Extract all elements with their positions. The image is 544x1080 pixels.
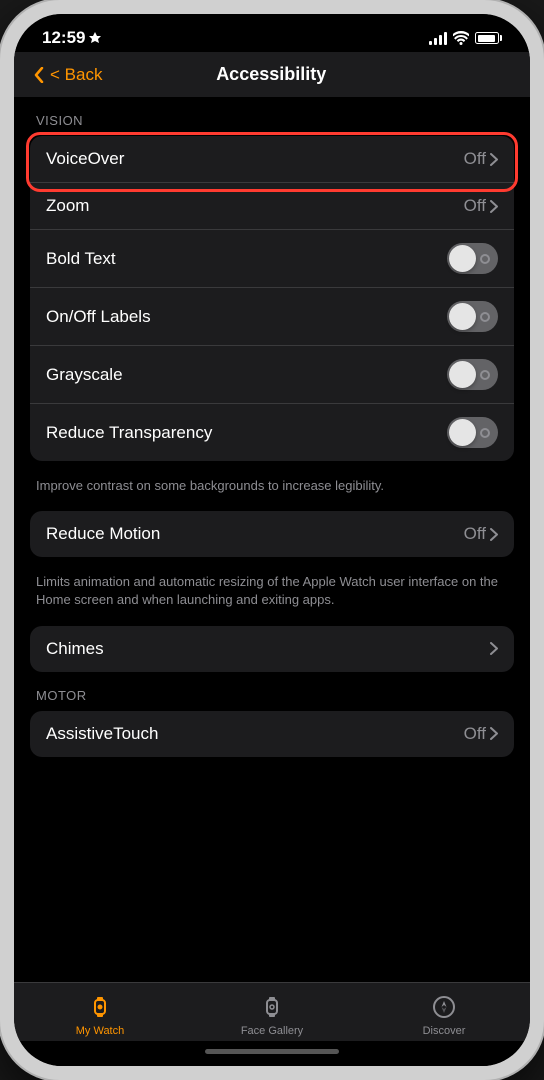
phone-device: 12:59 (0, 0, 544, 1080)
reduce-motion-chevron-icon (490, 528, 498, 541)
reduce-transparency-row[interactable]: Reduce Transparency (30, 404, 514, 461)
chimes-chevron-icon (490, 642, 498, 655)
my-watch-icon (86, 993, 114, 1021)
zoom-value: Off (464, 196, 486, 216)
reduce-motion-description: Limits animation and automatic resizing … (30, 565, 514, 625)
back-chevron-icon (34, 67, 44, 83)
onoff-labels-circle (480, 312, 490, 322)
grayscale-row[interactable]: Grayscale (30, 346, 514, 404)
status-time: 12:59 (42, 28, 101, 48)
bold-text-label: Bold Text (46, 249, 116, 269)
reduce-motion-row[interactable]: Reduce Motion Off (30, 511, 514, 557)
watch-icon (87, 994, 113, 1020)
voiceover-right: Off (464, 149, 498, 169)
chimes-group: Chimes (30, 626, 514, 672)
bold-text-toggle[interactable] (447, 243, 498, 274)
chimes-label: Chimes (46, 639, 104, 659)
bold-text-knob (449, 245, 476, 272)
chimes-row[interactable]: Chimes (30, 626, 514, 672)
reduce-transparency-toggle[interactable] (447, 417, 498, 448)
reduce-motion-right: Off (464, 524, 498, 544)
compass-icon (431, 994, 457, 1020)
onoff-labels-label: On/Off Labels (46, 307, 151, 327)
discover-icon (430, 993, 458, 1021)
discover-tab-label: Discover (423, 1025, 466, 1037)
status-icons (429, 31, 502, 45)
reduce-transparency-circle (480, 428, 490, 438)
motor-settings-group: AssistiveTouch Off (30, 711, 514, 757)
voiceover-chevron-icon (490, 153, 498, 166)
back-button[interactable]: < Back (34, 65, 102, 85)
onoff-labels-row[interactable]: On/Off Labels (30, 288, 514, 346)
settings-content: VISION VoiceOver Off (14, 97, 530, 982)
assistive-touch-label: AssistiveTouch (46, 724, 158, 744)
bold-text-circle (480, 254, 490, 264)
voiceover-row[interactable]: VoiceOver Off (30, 136, 514, 183)
reduce-transparency-knob (449, 419, 476, 446)
page-title: Accessibility (102, 64, 440, 85)
tab-face-gallery[interactable]: Face Gallery (186, 993, 358, 1037)
reduce-motion-value: Off (464, 524, 486, 544)
assistive-touch-row[interactable]: AssistiveTouch Off (30, 711, 514, 757)
phone-screen: 12:59 (14, 14, 530, 1066)
wifi-icon (453, 31, 469, 45)
motor-section-label: MOTOR (36, 688, 514, 703)
home-indicator (14, 1041, 530, 1066)
location-icon (89, 32, 101, 44)
grayscale-circle (480, 370, 490, 380)
grayscale-knob (449, 361, 476, 388)
chimes-right (490, 642, 498, 655)
onoff-labels-knob (449, 303, 476, 330)
status-bar: 12:59 (14, 14, 530, 52)
grayscale-toggle[interactable] (447, 359, 498, 390)
battery-icon (475, 32, 502, 44)
face-gallery-icon (258, 993, 286, 1021)
zoom-row[interactable]: Zoom Off (30, 183, 514, 230)
notch (202, 14, 342, 42)
home-bar (205, 1049, 339, 1054)
assistive-touch-value: Off (464, 724, 486, 744)
assistive-touch-right: Off (464, 724, 498, 744)
face-gallery-tab-label: Face Gallery (241, 1025, 303, 1037)
tab-my-watch[interactable]: My Watch (14, 993, 186, 1037)
voiceover-label: VoiceOver (46, 149, 124, 169)
zoom-chevron-icon (490, 200, 498, 213)
tab-discover[interactable]: Discover (358, 993, 530, 1037)
signal-icon (429, 31, 447, 45)
onoff-labels-toggle[interactable] (447, 301, 498, 332)
reduce-transparency-description: Improve contrast on some backgrounds to … (30, 469, 514, 511)
my-watch-tab-label: My Watch (76, 1025, 125, 1037)
grayscale-label: Grayscale (46, 365, 123, 385)
vision-section-label: VISION (36, 113, 514, 128)
assistive-touch-chevron-icon (490, 727, 498, 740)
reduce-motion-label: Reduce Motion (46, 524, 160, 544)
zoom-label: Zoom (46, 196, 89, 216)
bold-text-row[interactable]: Bold Text (30, 230, 514, 288)
reduce-motion-group: Reduce Motion Off (30, 511, 514, 557)
back-label: < Back (50, 65, 102, 85)
face-gallery-watch-icon (259, 994, 285, 1020)
reduce-transparency-label: Reduce Transparency (46, 423, 212, 443)
zoom-right: Off (464, 196, 498, 216)
navigation-bar: < Back Accessibility (14, 52, 530, 97)
vision-settings-group: VoiceOver Off Zoom Off (30, 136, 514, 461)
voiceover-value: Off (464, 149, 486, 169)
tab-bar: My Watch Face Gallery (14, 982, 530, 1041)
